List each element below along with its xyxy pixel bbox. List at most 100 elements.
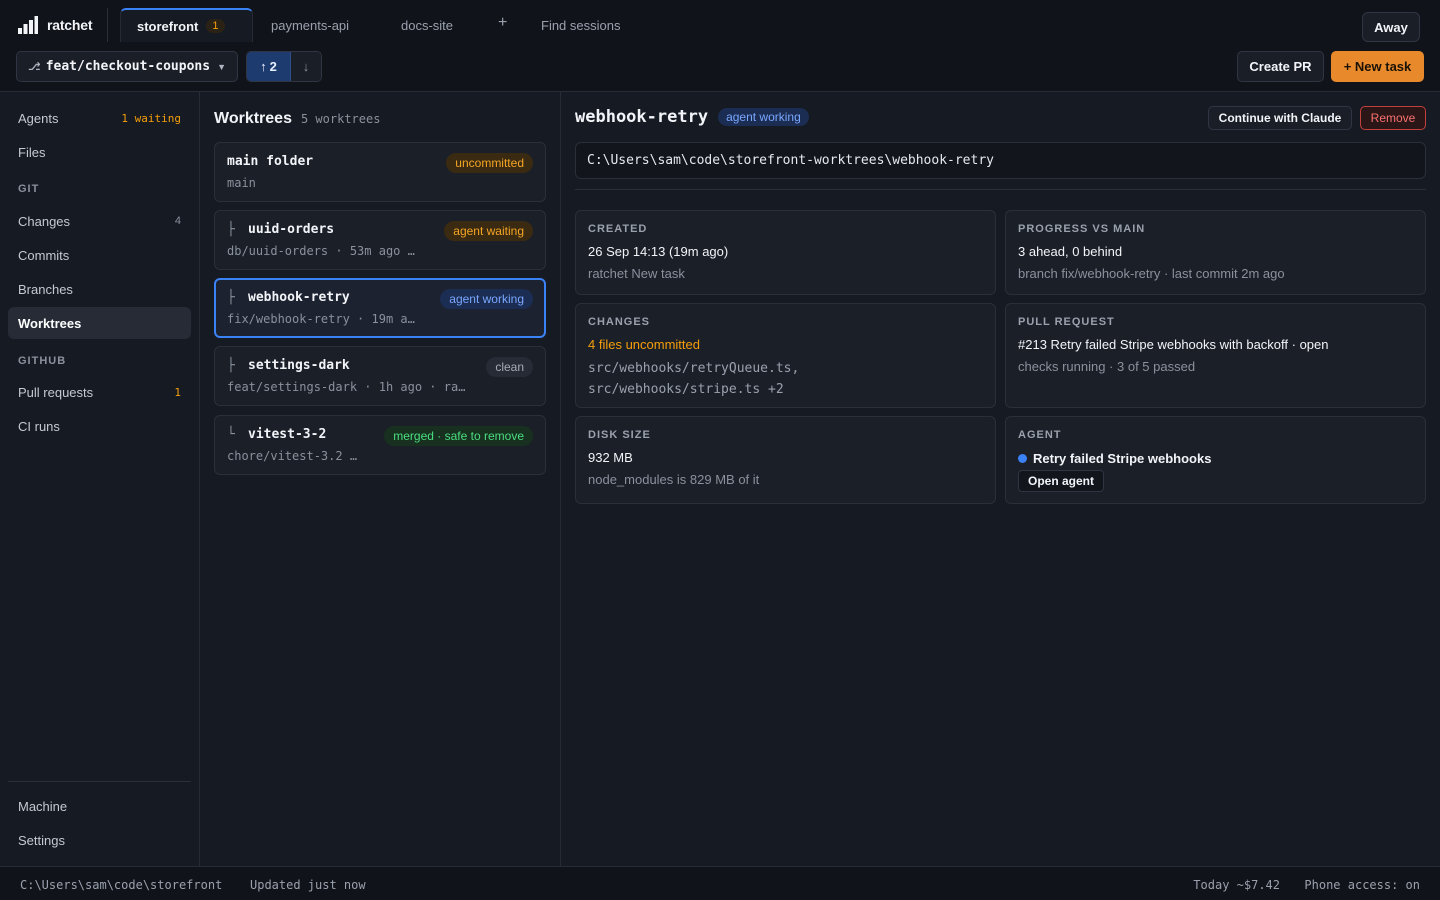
sidebar: Agents 1 waiting Files GIT Changes 4 Com… [0,92,200,866]
progress-card: PROGRESS VS MAIN 3 ahead, 0 behind branc… [1005,210,1426,295]
progress-detail: branch fix/webhook-retry · last commit 2… [1018,266,1285,281]
sidebar-item-label: Files [18,144,46,160]
worktree-card-settings-dark[interactable]: ├ settings-dark clean feat/settings-dark… [214,346,546,406]
pull-button[interactable]: ↓ [291,52,321,81]
sidebar-item-label: Pull requests [18,384,94,400]
tree-end-icon: └ [227,427,235,442]
tab-storefront[interactable]: storefront 1 [120,8,253,42]
status-badge: agent working [718,108,809,126]
open-agent-button[interactable]: Open agent [1018,470,1104,492]
branch-icon: ⎇ [28,61,41,73]
divider [575,189,1426,190]
arrow-up-icon: ↑ [260,59,267,74]
bars-logo-icon [18,16,38,34]
phone-access-status[interactable]: Phone access: on [1304,878,1420,892]
divider [107,8,108,42]
pull-request-link[interactable]: #213 Retry failed Stripe webhooks with b… [1018,337,1329,352]
sidebar-item-branches[interactable]: Branches [8,273,191,305]
worktree-card-vitest-3-2[interactable]: └ vitest-3-2 merged · safe to remove cho… [214,415,546,475]
top-bar: ratchet storefront 1 payments-api docs-s… [0,0,1440,92]
sidebar-item-label: Machine [18,798,68,814]
worktree-name: main folder [227,154,314,169]
worktree-detail-panel: webhook-retry agent working Continue wit… [561,92,1440,866]
app-logo[interactable]: ratchet [18,15,92,35]
add-tab-icon[interactable]: + [498,14,507,32]
worktree-name: webhook-retry [248,290,350,305]
worktree-count: 5 worktrees [300,112,381,126]
waiting-badge: 1 waiting [121,111,181,125]
agent-status-dot-icon [1018,454,1027,463]
sidebar-item-label: Agents [18,110,59,126]
worktree-card-main-folder[interactable]: main folder uncommitted main [214,142,546,202]
changes-card: CHANGES 4 files uncommitted src/webhooks… [575,303,996,408]
progress-value: 3 ahead, 0 behind [1018,244,1123,259]
worktree-path: C:\Users\sam\code\storefront-worktrees\w… [587,153,994,168]
new-task-button[interactable]: + New task [1331,51,1424,82]
worktree-name: vitest-3-2 [248,427,327,442]
worktree-branch: main [227,176,256,190]
tab-payments-api[interactable]: payments-api [255,8,365,42]
status-bar: C:\Users\sam\code\storefront Updated jus… [0,866,1440,900]
disk-size-detail: node_modules is 829 MB of it [588,472,760,487]
sidebar-item-label: Worktrees [18,315,82,331]
sidebar-item-label: Branches [18,281,73,297]
card-label: AGENT [1018,429,1062,441]
tree-branch-icon: ├ [227,358,235,373]
remove-button[interactable]: Remove [1360,106,1426,130]
arrow-down-icon: ↓ [302,59,310,74]
pull-requests-count: 1 [174,385,181,399]
pull-request-card: PULL REQUEST #213 Retry failed Stripe we… [1005,303,1426,408]
changed-file: src/webhooks/stripe.ts +2 [588,382,784,397]
branch-selector[interactable]: ⎇ feat/checkout-coupons ▼ [16,51,238,82]
status-badge: merged · safe to remove [384,426,533,446]
worktree-branch: feat/settings-dark · 1h ago · ra… [227,380,466,394]
worktree-branch: fix/webhook-retry · 19m a… [227,312,415,326]
card-label: DISK SIZE [588,429,651,441]
section-heading-github: GITHUB [18,355,67,367]
status-badge: clean [486,357,533,377]
worktree-card-webhook-retry[interactable]: ├ webhook-retry agent working fix/webhoo… [214,278,546,338]
tab-label: docs-site [401,17,454,33]
card-label: PULL REQUEST [1018,316,1115,328]
changed-files-list: src/webhooks/retryQueue.ts, src/webhooks… [588,358,799,400]
continue-with-claude-button[interactable]: Continue with Claude [1208,106,1352,130]
sidebar-item-pull-requests[interactable]: Pull requests 1 [8,376,191,408]
tree-branch-icon: ├ [227,222,235,237]
repo-path: C:\Users\sam\code\storefront [20,878,223,892]
tab-label: storefront [137,18,199,34]
tab-count-badge: 1 [206,19,225,33]
away-button[interactable]: Away [1362,12,1420,42]
sidebar-item-worktrees[interactable]: Worktrees [8,307,191,339]
worktree-path-field[interactable]: C:\Users\sam\code\storefront-worktrees\w… [575,142,1426,179]
find-sessions-link[interactable]: Find sessions [541,18,620,33]
status-badge: agent working [440,289,533,309]
chevron-down-icon: ▼ [217,61,226,72]
sidebar-item-ci-runs[interactable]: CI runs [8,410,191,442]
sidebar-item-label: Commits [18,247,70,263]
sidebar-item-machine[interactable]: Machine [8,790,191,822]
sidebar-item-changes[interactable]: Changes 4 [8,205,191,237]
tab-docs-site[interactable]: docs-site [385,8,469,42]
sidebar-item-agents[interactable]: Agents 1 waiting [8,102,191,134]
sidebar-item-commits[interactable]: Commits [8,239,191,271]
push-count: 2 [269,59,277,74]
push-button[interactable]: ↑ 2 [247,52,291,81]
card-label: CREATED [588,223,648,235]
create-pr-button[interactable]: Create PR [1237,51,1324,82]
updated-status: Updated just now [250,878,366,892]
app-name: ratchet [47,17,93,33]
page-title: webhook-retry [575,107,709,127]
disk-size-card: DISK SIZE 932 MB node_modules is 829 MB … [575,416,996,504]
card-label: CHANGES [588,316,651,328]
agent-row: Retry failed Stripe webhooks [1018,451,1211,466]
worktree-list-header: Worktrees 5 worktrees [214,110,380,128]
panel-title: Worktrees [214,110,292,127]
sidebar-item-settings[interactable]: Settings [8,824,191,856]
created-card: CREATED 26 Sep 14:13 (19m ago) ratchet N… [575,210,996,295]
sidebar-item-files[interactable]: Files [8,136,191,168]
detail-header: webhook-retry agent working [575,107,809,127]
worktree-branch: db/uuid-orders · 53m ago … [227,244,415,258]
worktree-card-uuid-orders[interactable]: ├ uuid-orders agent waiting db/uuid-orde… [214,210,546,270]
sidebar-item-label: Changes [18,213,71,229]
cost-today: Today ~$7.42 [1193,878,1280,892]
